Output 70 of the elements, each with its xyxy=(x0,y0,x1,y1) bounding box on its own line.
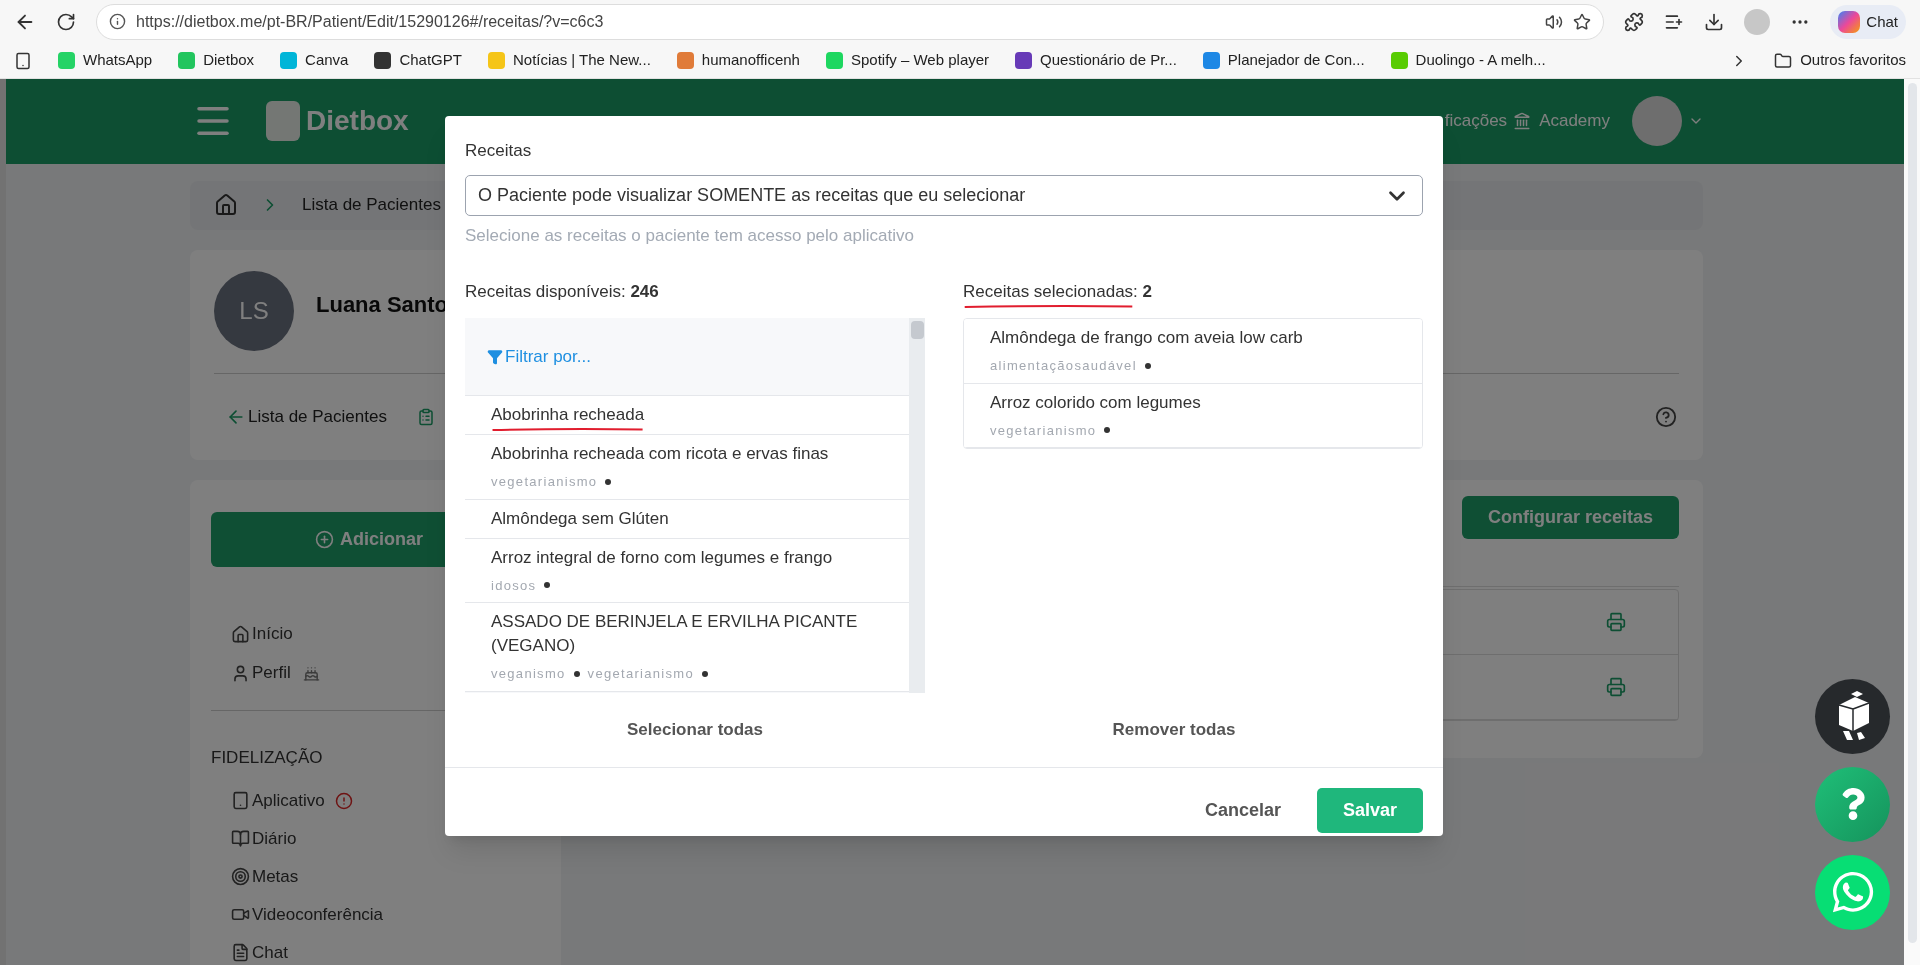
home-icon xyxy=(231,624,250,644)
sidebar-item[interactable]: Perfil xyxy=(252,660,291,686)
academy-icon xyxy=(1513,112,1532,130)
favorite-icon[interactable] xyxy=(1573,12,1592,31)
recipe-tag: vegetarianismo xyxy=(587,664,694,684)
chat-icon xyxy=(231,943,250,962)
phone-icon xyxy=(231,791,250,810)
bookmark-link[interactable]: Dietbox xyxy=(203,49,255,72)
bookmark-link[interactable]: Notícias | The New... xyxy=(512,49,651,72)
print-icon[interactable] xyxy=(1606,611,1626,632)
sidebar-item[interactable]: Videoconferência xyxy=(252,901,384,928)
recipe-tag: vegetarianismo xyxy=(990,420,1097,440)
bookmark-link[interactable]: Questionário de Pr... xyxy=(1040,49,1177,72)
user-icon xyxy=(231,663,250,683)
address-bar[interactable]: https://dietbox.me/pt-BR/Patient/Edit/15290126#/receitas/?v=c6c3 xyxy=(96,3,1605,40)
section-heading: FIDELIZAÇÃO xyxy=(211,746,324,769)
tab-actions-icon[interactable] xyxy=(14,51,32,70)
bookmark-link[interactable]: Canva xyxy=(305,49,349,72)
recipe-title: Abobrinha recheada com ricota e ervas finas xyxy=(491,444,829,463)
print-icon[interactable] xyxy=(1606,676,1626,697)
site-info-icon xyxy=(109,13,126,31)
recipe-title: ASSADO DE BERINJELA E ERVILHA PICANTE (VEGANO) xyxy=(491,612,858,655)
sidebar-item[interactable]: Início xyxy=(252,621,293,647)
home-icon[interactable] xyxy=(214,193,238,217)
read-aloud-icon[interactable] xyxy=(1545,12,1564,31)
recipe-title: Arroz colorido com legumes xyxy=(990,392,1201,412)
select-all-button[interactable]: Selecionar todas xyxy=(618,713,772,747)
bookmark-link[interactable]: ChatGPT xyxy=(399,49,462,72)
reload-icon[interactable] xyxy=(56,11,76,32)
sidebar-item[interactable]: Aplicativo xyxy=(252,787,325,814)
field-hint: Selecione as receitas o paciente tem acesso pelo aplicativo xyxy=(465,225,915,247)
help-icon[interactable] xyxy=(1655,405,1677,428)
available-heading: Receitas disponíveis: 246 xyxy=(465,281,659,301)
extensions-icon[interactable] xyxy=(1624,11,1645,32)
bookmark-link[interactable]: WhatsApp xyxy=(83,49,153,72)
target-icon xyxy=(231,867,250,886)
logo-text: Dietbox xyxy=(306,104,409,138)
recipe-tag: alimentaçãosaudável xyxy=(990,356,1137,376)
folder-icon xyxy=(1774,51,1793,70)
back-link[interactable]: Lista de Pacientes xyxy=(248,403,387,430)
url-text: https://dietbox.me/pt-BR/Patient/Edit/15290126#/receitas/?v=c6c3 xyxy=(136,11,605,32)
bookmark-link[interactable]: Spotify – Web player xyxy=(850,49,990,72)
recipe-title: Abobrinha recheada xyxy=(491,405,645,424)
bookmark-link[interactable]: Planejador de Con... xyxy=(1227,49,1365,72)
filter-icon xyxy=(487,348,503,365)
recipe-tag: idosos xyxy=(491,575,537,595)
bookmark-link[interactable]: Outros favoritos xyxy=(1800,49,1906,72)
recipe-title: Almôndega de frango com aveia low carb xyxy=(990,328,1303,347)
sidebar-item[interactable]: Diário xyxy=(252,825,297,852)
bookmark-link[interactable]: Duolingo - A melh... xyxy=(1415,49,1546,72)
recipe-tag: veganismo xyxy=(491,664,566,684)
clipboard-icon[interactable] xyxy=(416,407,435,426)
copilot-icon xyxy=(1838,10,1861,33)
bookmark-link[interactable]: humanofficenh xyxy=(701,49,800,72)
plus-icon xyxy=(315,529,334,549)
selected-heading: Receitas selecionadas: 2 xyxy=(963,281,1152,301)
visibility-select[interactable]: O Paciente pode visualizar SOMENTE as receitas que eu selecionar xyxy=(465,175,1423,216)
sidebar-item[interactable]: Chat xyxy=(252,939,288,965)
patient-name: Luana Santo xyxy=(316,290,448,319)
copilot-button[interactable]: Chat xyxy=(1830,4,1906,39)
cancel-button[interactable]: Cancelar xyxy=(1188,787,1297,833)
sidebar-item[interactable]: Metas xyxy=(252,863,299,890)
logo-icon xyxy=(266,101,300,141)
patient-avatar: LS xyxy=(214,271,294,351)
book-icon xyxy=(231,829,250,848)
recipe-tag: vegetarianismo xyxy=(491,472,598,492)
download-icon[interactable] xyxy=(1704,11,1725,32)
field-label: Receitas xyxy=(465,139,533,162)
breadcrumb-link[interactable]: Lista de Pacientes xyxy=(302,192,441,218)
remove-all-button[interactable]: Remover todas xyxy=(1104,713,1244,747)
